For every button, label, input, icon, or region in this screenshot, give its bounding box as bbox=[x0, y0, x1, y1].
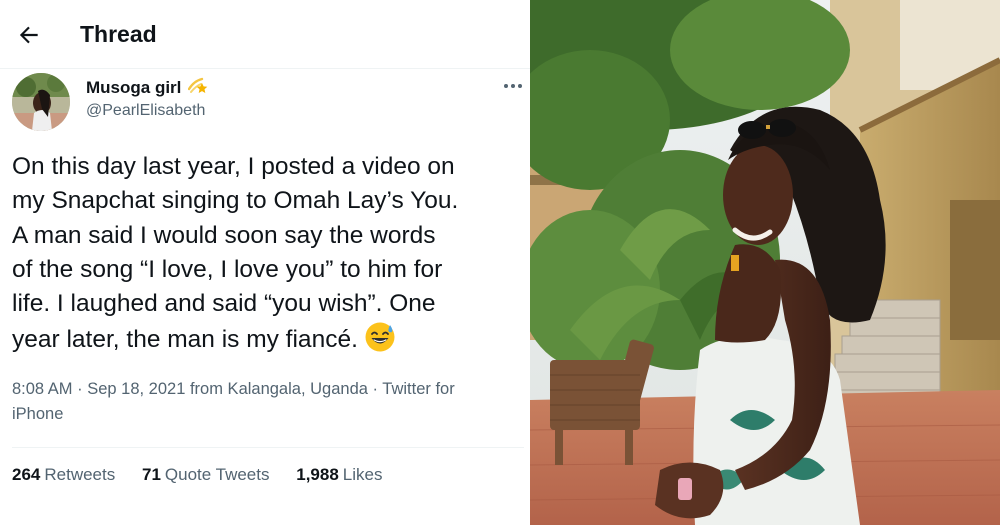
tweet-panel: Thread Musoga girl @PearlElisabeth On th… bbox=[0, 0, 530, 525]
attached-photo[interactable] bbox=[530, 0, 1000, 525]
back-arrow-icon[interactable] bbox=[16, 22, 42, 48]
tweet-text: On this day last year, I posted a video … bbox=[12, 150, 530, 358]
avatar[interactable] bbox=[12, 73, 70, 131]
thread-header: Thread bbox=[0, 0, 530, 69]
tweet-source[interactable]: Twitter for bbox=[382, 380, 454, 398]
meta-separator: · bbox=[367, 380, 383, 398]
tweet-meta: 8:08 AM · Sep 18, 2021 from Kalangala, U… bbox=[12, 377, 522, 427]
divider bbox=[12, 447, 524, 448]
tweet-text-line: my Snapchat singing to Omah Lay’s You. bbox=[12, 187, 459, 215]
tweet-time[interactable]: 8:08 AM bbox=[12, 380, 73, 398]
likes-label: Likes bbox=[342, 465, 383, 484]
tweet-text-line: life. I laughed and said “you wish”. One bbox=[12, 290, 436, 318]
quote-tweets-label: Quote Tweets bbox=[164, 465, 270, 484]
tweet-text-line-last: year later, the man is my fiancé. bbox=[12, 321, 530, 357]
tweet-location[interactable]: from Kalangala, Uganda bbox=[185, 380, 368, 398]
more-dots-icon[interactable] bbox=[502, 80, 524, 92]
shooting-star-emoji-icon bbox=[188, 77, 208, 93]
quote-tweets-count: 71 bbox=[141, 465, 161, 484]
tweet-text-line: A man said I would soon say the words bbox=[12, 221, 436, 249]
tweet-text-line-content: year later, the man is my fiancé. bbox=[12, 326, 358, 354]
quote-tweets-stat[interactable]: 71 Quote Tweets bbox=[142, 465, 270, 485]
user-handle[interactable]: @PearlElisabeth bbox=[86, 102, 205, 120]
page-title: Thread bbox=[80, 21, 157, 47]
retweets-count: 264 bbox=[12, 465, 41, 484]
photo-illustration bbox=[530, 0, 1000, 525]
tweet-date[interactable]: Sep 18, 2021 bbox=[87, 380, 185, 398]
display-name-text: Musoga girl bbox=[86, 78, 182, 97]
likes-stat[interactable]: 1,988 Likes bbox=[296, 465, 382, 485]
meta-separator: · bbox=[72, 380, 88, 398]
grinning-sweat-emoji-icon bbox=[365, 322, 395, 352]
tweet-text-line: of the song “I love, I love you” to him … bbox=[12, 255, 443, 283]
retweets-stat[interactable]: 264 Retweets bbox=[12, 465, 115, 485]
tweet-source-cont[interactable]: iPhone bbox=[12, 405, 63, 423]
tweet-stats: 264 Retweets 71 Quote Tweets 1,988 Likes bbox=[12, 465, 404, 485]
likes-count: 1,988 bbox=[296, 465, 339, 484]
tweet-text-line: On this day last year, I posted a video … bbox=[12, 153, 455, 180]
retweets-label: Retweets bbox=[44, 465, 116, 484]
display-name[interactable]: Musoga girl bbox=[86, 77, 208, 98]
